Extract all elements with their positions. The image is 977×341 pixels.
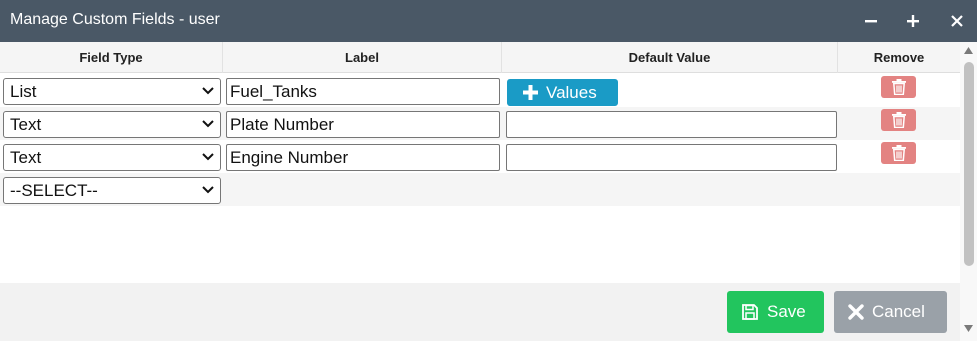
remove-button[interactable]	[881, 109, 916, 131]
field-type-select[interactable]: Text	[3, 144, 221, 171]
window-titlebar: Manage Custom Fields - user	[0, 0, 977, 42]
label-input[interactable]: Fuel_Tanks	[226, 78, 500, 105]
default-value-input[interactable]	[506, 144, 837, 171]
trash-icon	[891, 145, 906, 161]
table-row: --SELECT--	[0, 173, 960, 206]
minimize-icon[interactable]	[858, 8, 884, 34]
plus-icon	[523, 85, 538, 100]
scroll-down-icon[interactable]	[964, 325, 973, 332]
chevron-down-icon	[202, 120, 214, 128]
table-row: List Fuel_Tanks Values	[0, 74, 960, 107]
table-row: Text Engine Number	[0, 140, 960, 173]
field-type-value: Text	[10, 148, 42, 167]
cancel-button[interactable]: Cancel	[834, 291, 947, 333]
trash-icon	[891, 112, 906, 128]
save-button-label: Save	[767, 302, 806, 321]
remove-button[interactable]	[881, 142, 916, 164]
field-type-select[interactable]: Text	[3, 111, 221, 138]
chevron-down-icon	[202, 87, 214, 95]
vertical-scrollbar[interactable]	[960, 42, 977, 341]
values-button[interactable]: Values	[507, 79, 618, 106]
trash-icon	[891, 79, 906, 95]
field-type-value: Text	[10, 115, 42, 134]
chevron-down-icon	[202, 153, 214, 161]
field-type-select[interactable]: --SELECT--	[3, 177, 221, 204]
close-icon	[848, 304, 864, 320]
default-value-input[interactable]	[506, 111, 837, 138]
scroll-up-icon[interactable]	[964, 47, 973, 54]
column-header-field-type: Field Type	[0, 42, 223, 73]
maximize-icon[interactable]	[900, 8, 926, 34]
scrollbar-thumb[interactable]	[964, 62, 974, 266]
window-title: Manage Custom Fields - user	[10, 11, 220, 28]
label-input[interactable]: Engine Number	[226, 144, 500, 171]
dialog-footer: Save Cancel	[0, 283, 960, 341]
remove-button[interactable]	[881, 76, 916, 98]
values-button-label: Values	[546, 82, 597, 102]
close-icon[interactable]	[944, 8, 970, 34]
cancel-button-label: Cancel	[872, 302, 925, 321]
column-header-label: Label	[223, 42, 502, 73]
field-type-select[interactable]: List	[3, 78, 221, 105]
table-row: Text Plate Number	[0, 107, 960, 140]
chevron-down-icon	[202, 186, 214, 194]
column-header-remove: Remove	[873, 50, 925, 65]
field-type-value: --SELECT--	[10, 181, 98, 200]
column-header-default-value: Default Value	[502, 42, 838, 73]
field-type-value: List	[10, 82, 37, 101]
table-header: Field Type Label Default Value Remove	[0, 42, 960, 73]
floppy-disk-icon	[742, 304, 758, 320]
save-button[interactable]: Save	[727, 291, 824, 333]
label-input[interactable]: Plate Number	[226, 111, 500, 138]
